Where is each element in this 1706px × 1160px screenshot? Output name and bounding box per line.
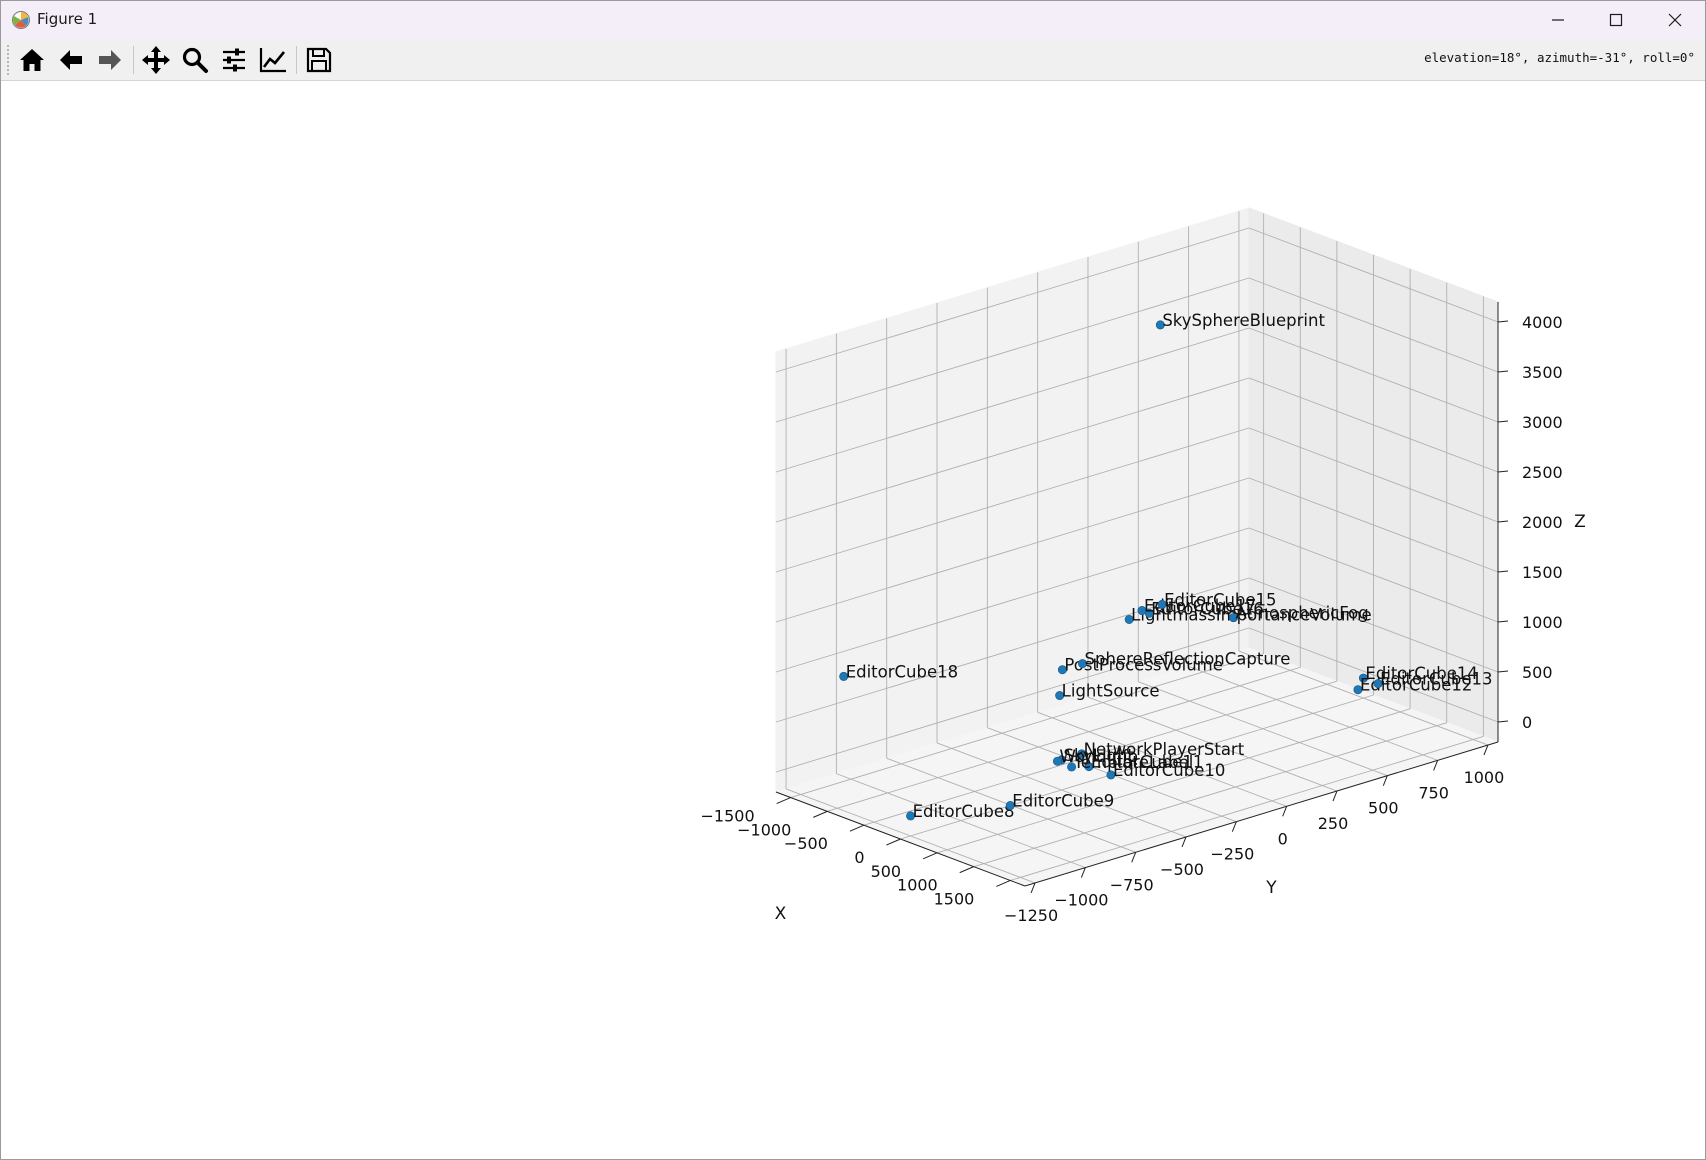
z-tick	[1497, 470, 1509, 473]
z-tick-label: 2000	[1522, 513, 1563, 532]
point-label: WorldInfo	[1059, 747, 1138, 766]
z-tick	[1497, 420, 1509, 423]
z-tick	[1497, 620, 1509, 623]
y-tick-label: 250	[1318, 814, 1349, 833]
y-tick-label: −750	[1110, 875, 1154, 894]
point-label: EditorCube18	[846, 662, 958, 681]
y-tick-label: 1000	[1464, 768, 1505, 787]
y-tick-label: 750	[1418, 783, 1449, 802]
arrow-left-icon	[60, 50, 82, 70]
x-tick	[922, 852, 938, 860]
matplotlib-icon	[12, 11, 30, 29]
point-label: LightSource	[1062, 682, 1160, 701]
z-tick-label: 4000	[1522, 313, 1563, 332]
x-tick	[849, 824, 865, 832]
z-tick-label: 1500	[1522, 563, 1563, 582]
z-tick-label: 3500	[1522, 363, 1563, 382]
minimize-icon	[1552, 19, 1564, 21]
point-label: AtmosphericFog	[1236, 604, 1369, 623]
navigation-toolbar: elevation=18°, azimuth=-31°, roll=0°	[1, 39, 1705, 81]
y-tick-label: 0	[1278, 829, 1288, 848]
window-title: Figure 1	[37, 10, 98, 28]
x-tick-label: −500	[784, 834, 828, 853]
z-axis-label: Z	[1574, 512, 1586, 532]
z-tick	[1497, 370, 1509, 373]
forward-button[interactable]	[92, 42, 128, 78]
x-axis-label: X	[775, 904, 787, 924]
save-button[interactable]	[301, 42, 337, 78]
z-tick	[1497, 570, 1509, 573]
x-tick-label: 0	[854, 848, 864, 867]
close-icon	[1668, 13, 1682, 27]
sliders-icon	[223, 48, 245, 72]
z-tick-label: 1000	[1522, 613, 1563, 632]
plot-canvas[interactable]: −1500−1000−500050010001500−1250−1000−750…	[2, 81, 1706, 1159]
floppy-disk-icon	[306, 47, 332, 73]
x-tick-label: 1000	[897, 876, 938, 895]
arrow-right-icon	[99, 50, 121, 70]
z-tick-label: 0	[1522, 713, 1532, 732]
point-label: EditorCube8	[913, 802, 1015, 821]
home-button[interactable]	[14, 42, 50, 78]
z-tick	[1497, 720, 1509, 723]
pan-button[interactable]	[138, 42, 174, 78]
x-tick-label: 1500	[934, 889, 975, 908]
toolbar-separator	[296, 46, 297, 74]
home-icon	[20, 49, 44, 71]
point-label: SkySphereBlueprint	[1162, 311, 1325, 330]
y-tick-label: −500	[1160, 860, 1204, 879]
maximize-button[interactable]	[1587, 1, 1645, 39]
z-tick	[1497, 670, 1509, 673]
move-icon	[142, 46, 170, 74]
y-tick-label: −1000	[1054, 891, 1108, 910]
y-axis-label: Y	[1265, 878, 1277, 898]
view-status: elevation=18°, azimuth=-31°, roll=0°	[1424, 50, 1695, 65]
y-tick-label: −250	[1210, 845, 1254, 864]
x-tick	[776, 797, 791, 804]
figure-window: Figure 1 elevation=18°, azimuth=-31°, ro…	[0, 0, 1706, 1160]
zoom-icon	[182, 47, 208, 73]
x-tick	[959, 866, 974, 874]
z-tick	[1497, 320, 1509, 323]
point-label: EditorCube13	[1380, 670, 1492, 689]
back-button[interactable]	[53, 42, 89, 78]
title-bar: Figure 1	[1, 1, 1705, 39]
edit-curves-button[interactable]	[255, 42, 291, 78]
x-tick	[886, 838, 901, 846]
toolbar-grip	[7, 45, 12, 75]
point-label: EditorCube9	[1012, 792, 1114, 811]
z-tick-label: 3000	[1522, 413, 1563, 432]
point-label: SphereReflectionCapture	[1085, 650, 1291, 669]
close-button[interactable]	[1646, 1, 1704, 39]
x-tick	[813, 810, 828, 818]
toolbar-separator	[133, 46, 134, 74]
zoom-button[interactable]	[177, 42, 213, 78]
z-tick	[1497, 520, 1509, 523]
minimize-button[interactable]	[1529, 1, 1587, 39]
y-tick-label: 500	[1368, 799, 1399, 818]
z-tick-label: 2500	[1522, 463, 1563, 482]
maximize-icon	[1609, 13, 1623, 27]
subplots-button[interactable]	[216, 42, 252, 78]
y-tick-label: −1250	[1004, 906, 1058, 925]
x-tick	[996, 880, 1011, 887]
z-tick-label: 500	[1522, 663, 1553, 682]
line-chart-icon	[259, 48, 286, 73]
